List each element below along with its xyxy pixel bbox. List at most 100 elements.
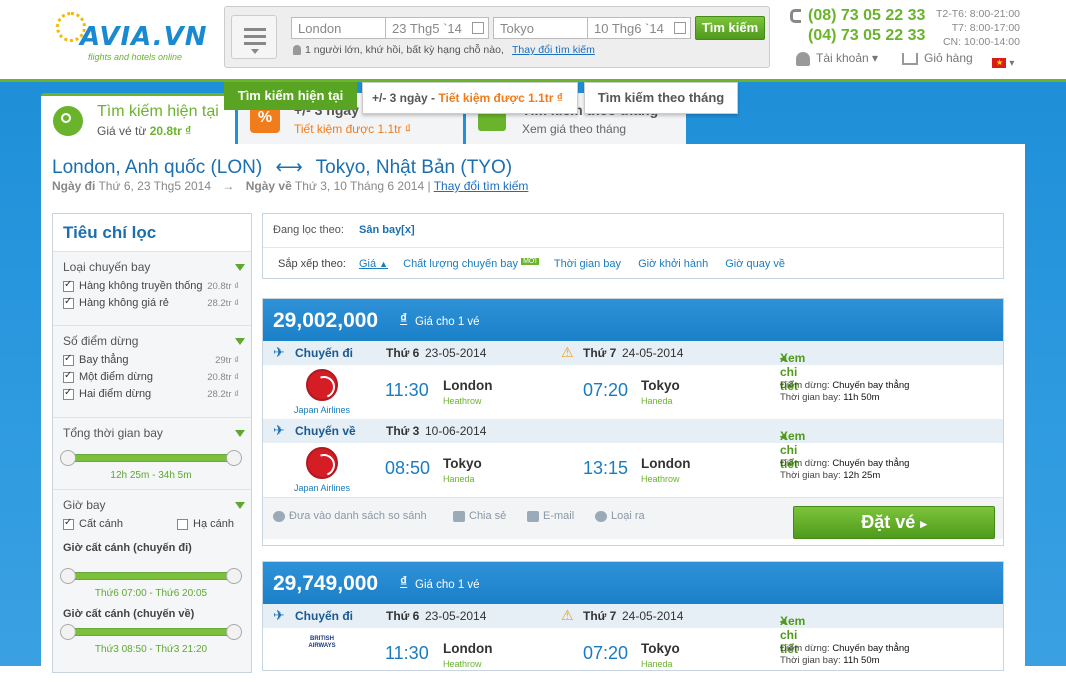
route-change-link[interactable]: Thay đổi tìm kiếm — [434, 179, 529, 193]
departure-time: 08:50 — [385, 458, 431, 478]
currency-symbol: ₫ — [400, 573, 408, 589]
filter-option[interactable]: Hàng không giá rẻ28.2tr ₫ — [63, 296, 241, 314]
slider-handle[interactable] — [60, 568, 76, 584]
arrival-city: Tokyo — [641, 378, 680, 393]
arrival-airport: Haneda — [641, 396, 673, 406]
collapse-arrow-icon[interactable] — [235, 502, 245, 509]
filter-stops-title[interactable]: Số điểm dừng — [63, 334, 241, 348]
sort-by-return[interactable]: Giờ quay về — [725, 258, 785, 270]
checkbox[interactable] — [63, 387, 74, 400]
account-menu[interactable]: Tài khoản ▾ — [796, 51, 878, 66]
time-toggle-row: Cất cánh Hạ cánh — [63, 517, 241, 535]
logo[interactable]: AVIA.VN flights and hotels online — [54, 10, 207, 66]
filtering-label: Đang lọc theo: — [273, 224, 344, 236]
collapse-arrow-icon[interactable] — [235, 430, 245, 437]
landing-checkbox[interactable] — [177, 518, 188, 530]
language-selector[interactable]: ★ ▾ — [992, 55, 1014, 69]
filter-panel: Tiêu chí lọc Loại chuyến bay Hàng không … — [52, 213, 252, 673]
sort-by-price[interactable]: Giá ▲ — [359, 258, 388, 270]
filter-option[interactable]: Một điểm dừng20.8tr ₫ — [63, 370, 241, 388]
compare-action[interactable]: Đưa vào danh sách so sánh — [273, 510, 427, 522]
filter-airline-type-title[interactable]: Loại chuyến bay — [63, 260, 241, 274]
share-action[interactable]: Chia sẻ — [453, 510, 506, 522]
departure-airport: Haneda — [443, 474, 475, 484]
outbound-leg-row: BRITISH AIRWAYS 11:30 London Heathrow 07… — [263, 628, 1003, 682]
to-input[interactable] — [493, 17, 589, 39]
search-button[interactable]: Tìm kiếm — [695, 16, 765, 40]
slider-handle[interactable] — [60, 450, 76, 466]
tooltip-month: Tìm kiếm theo tháng — [584, 82, 738, 114]
arrival-time: 13:15 — [583, 458, 629, 478]
tooltip-current-search: Tìm kiếm hiện tại — [224, 82, 357, 110]
slider-handle[interactable] — [60, 624, 76, 640]
slider-handle[interactable] — [226, 450, 242, 466]
calendar-icon[interactable] — [674, 22, 686, 34]
slider-handle[interactable] — [226, 624, 242, 640]
close-icon — [595, 510, 607, 522]
plane-icon: ✈ — [273, 607, 285, 623]
price-value: 29,002,000 — [273, 309, 379, 332]
filter-stops: Số điểm dừng Bay thẳng29tr ₫ Một điểm dừ… — [53, 325, 251, 417]
checkbox[interactable] — [63, 353, 74, 366]
cart-menu[interactable]: Giỏ hàng — [902, 51, 973, 65]
filter-option[interactable]: Hai điểm dừng28.2tr ₫ — [63, 387, 241, 405]
header: AVIA.VN flights and hotels online 23 Thg… — [0, 0, 1066, 82]
search-summary: 1 người lớn, khứ hồi, bất kỳ hạng chỗ nà… — [305, 44, 504, 56]
filter-duration: Tổng thời gian bay 12h 25m - 34h 5m — [53, 417, 251, 489]
book-button[interactable]: Đặt vé ▸ — [793, 506, 995, 539]
slider-handle[interactable] — [226, 568, 242, 584]
outbound-time-slider[interactable] — [60, 568, 242, 584]
sort-by-departure[interactable]: Giờ khởi hành — [638, 258, 708, 270]
departure-city: London — [443, 378, 493, 393]
collapse-arrow-icon[interactable] — [235, 264, 245, 271]
airline-name: Japan Airlines — [293, 405, 351, 415]
filter-option[interactable]: Bay thẳng29tr ₫ — [63, 353, 241, 371]
checkbox[interactable] — [63, 279, 74, 292]
new-badge: MỚI — [521, 258, 539, 265]
outbound-leg-header: ✈ Chuyến đi Thứ 6 23-05-2014 ⚠ Thứ 7 24-… — [263, 341, 1003, 393]
change-search-link[interactable]: Thay đổi tìm kiếm — [512, 44, 595, 56]
flight-result-card: 29,749,000 ₫ Giá cho 1 vé ✈ Chuyến đi Th… — [262, 561, 1004, 671]
return-time-slider[interactable] — [60, 624, 242, 640]
price-note: Giá cho 1 vé — [415, 579, 480, 591]
logo-brand: AVIA.VN — [80, 22, 208, 52]
flight-info: Điểm dừng: Chuyến bay thẳng Thời gian ba… — [780, 643, 910, 666]
currency-symbol: ₫ — [400, 310, 408, 326]
leg-label: Chuyến về — [295, 424, 356, 438]
arrival-city: London — [641, 456, 691, 471]
takeoff-checkbox[interactable] — [63, 517, 74, 530]
tab-current-search[interactable]: Tìm kiếm hiện tại Giá vé từ 20.8tr ₫ — [41, 93, 235, 145]
warning-icon: ⚠ — [561, 344, 574, 360]
calendar-icon[interactable] — [472, 22, 484, 34]
arrival-airport: Haneda — [641, 659, 673, 669]
checkbox[interactable] — [63, 296, 74, 309]
phone-hanoi[interactable]: (04) 73 05 22 33 — [808, 27, 925, 45]
departure-city: Tokyo — [443, 456, 482, 471]
sort-by-duration[interactable]: Thời gian bay — [554, 258, 621, 270]
checkbox[interactable] — [63, 370, 74, 383]
return-date-field[interactable]: 10 Thg6 `14 — [587, 17, 691, 39]
collapse-arrow-icon[interactable] — [235, 338, 245, 345]
remove-action[interactable]: Loại ra — [595, 510, 645, 522]
chevron-down-icon — [251, 49, 259, 54]
menu-button[interactable] — [231, 15, 277, 59]
filter-time-title[interactable]: Giờ bay — [63, 498, 241, 512]
depart-date-field[interactable]: 23 Thg5 `14 — [385, 17, 489, 39]
departure-airport: Heathrow — [443, 396, 482, 406]
flight-result-card: 29,002,000 ₫ Giá cho 1 vé ✈ Chuyến đi Th… — [262, 298, 1004, 546]
email-action[interactable]: E-mail — [527, 510, 574, 522]
caret-left-icon: ◂ — [780, 351, 787, 365]
duration-slider[interactable] — [60, 450, 242, 466]
phone-hcm[interactable]: (08) 73 05 22 33 — [808, 7, 925, 25]
sort-by-quality[interactable]: Chất lượng chuyến bay MỚI — [403, 258, 539, 270]
active-filter-chip[interactable]: Sân bay[x] — [359, 224, 415, 236]
filter-title: Tiêu chí lọc — [53, 214, 251, 251]
tab-current-subtitle: Giá vé từ 20.8tr ₫ — [97, 124, 192, 138]
filter-duration-title[interactable]: Tổng thời gian bay — [63, 426, 241, 440]
cart-icon — [902, 52, 918, 65]
user-icon — [796, 51, 810, 66]
from-input[interactable] — [291, 17, 387, 39]
return-time-range: Thứ3 08:50 - Thứ3 21:20 — [94, 644, 208, 655]
filter-option[interactable]: Hàng không truyền thống20.8tr ₫ — [63, 279, 241, 297]
arrival-time: 07:20 — [583, 380, 629, 400]
